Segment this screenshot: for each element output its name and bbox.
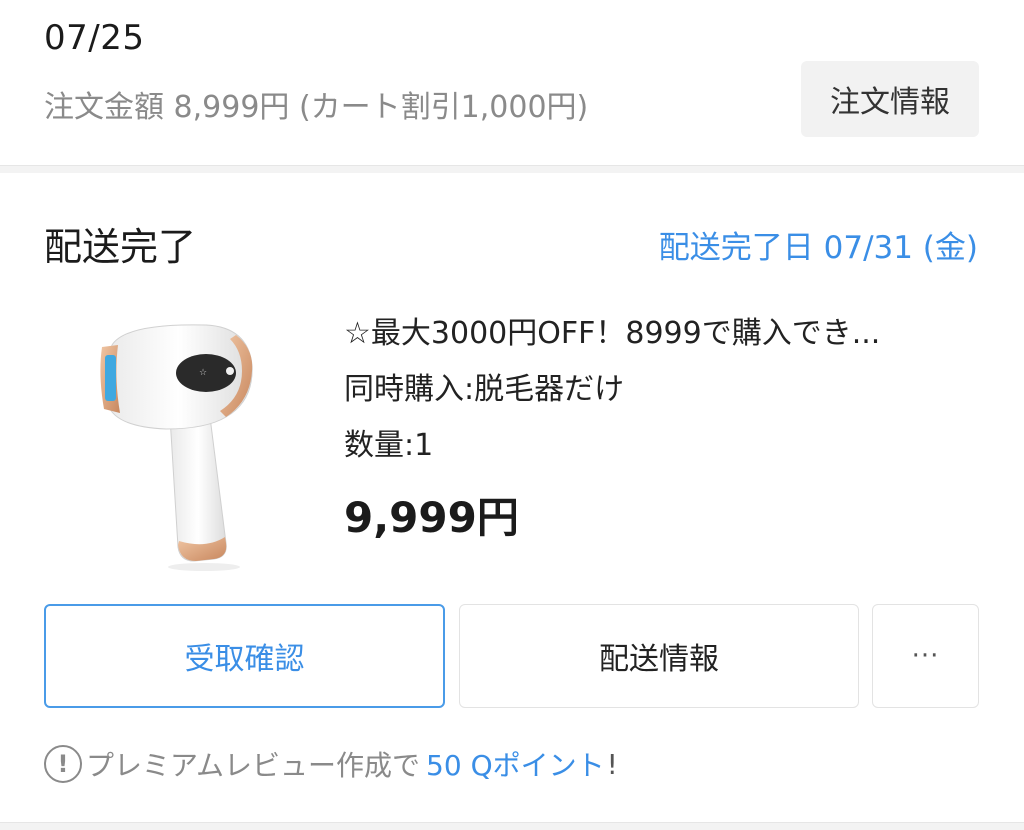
product-title[interactable]: ☆最大3000円OFF！8999で購入でき... <box>344 308 984 352</box>
product-quantity: 数量:1 <box>344 428 434 463</box>
svg-text:☆: ☆ <box>199 368 207 378</box>
order-amount: 注文金額 8,999円 (カート割引1,000円) <box>44 90 589 125</box>
review-notice-text: プレミアムレビュー作成で <box>86 749 421 782</box>
review-notice-suffix: ! <box>606 747 618 781</box>
product-option: 同時購入:脱毛器だけ <box>344 372 625 407</box>
product-price: 9,999円 <box>344 493 519 542</box>
review-notice: ! プレミアムレビュー作成で 50 Qポイント ! <box>44 742 618 786</box>
order-date: 07/25 <box>44 18 145 58</box>
review-points-link[interactable]: 50 Qポイント <box>426 744 605 784</box>
delivery-date: 配送完了日 07/31 (金) <box>658 230 978 266</box>
order-header: 07/25 注文金額 8,999円 (カート割引1,000円) 注文情報 <box>0 0 1024 165</box>
shipping-info-button[interactable]: 配送情報 <box>459 604 859 708</box>
section-divider <box>0 165 1024 173</box>
confirm-receipt-button[interactable]: 受取確認 <box>44 604 445 708</box>
info-icon: ! <box>44 745 82 783</box>
section-divider-bottom <box>0 822 1024 830</box>
shipment-status: 配送完了 <box>44 225 197 269</box>
order-info-button[interactable]: 注文情報 <box>801 61 979 137</box>
product-image[interactable]: ☆ <box>86 305 286 585</box>
more-options-button[interactable]: ··· <box>872 604 979 708</box>
